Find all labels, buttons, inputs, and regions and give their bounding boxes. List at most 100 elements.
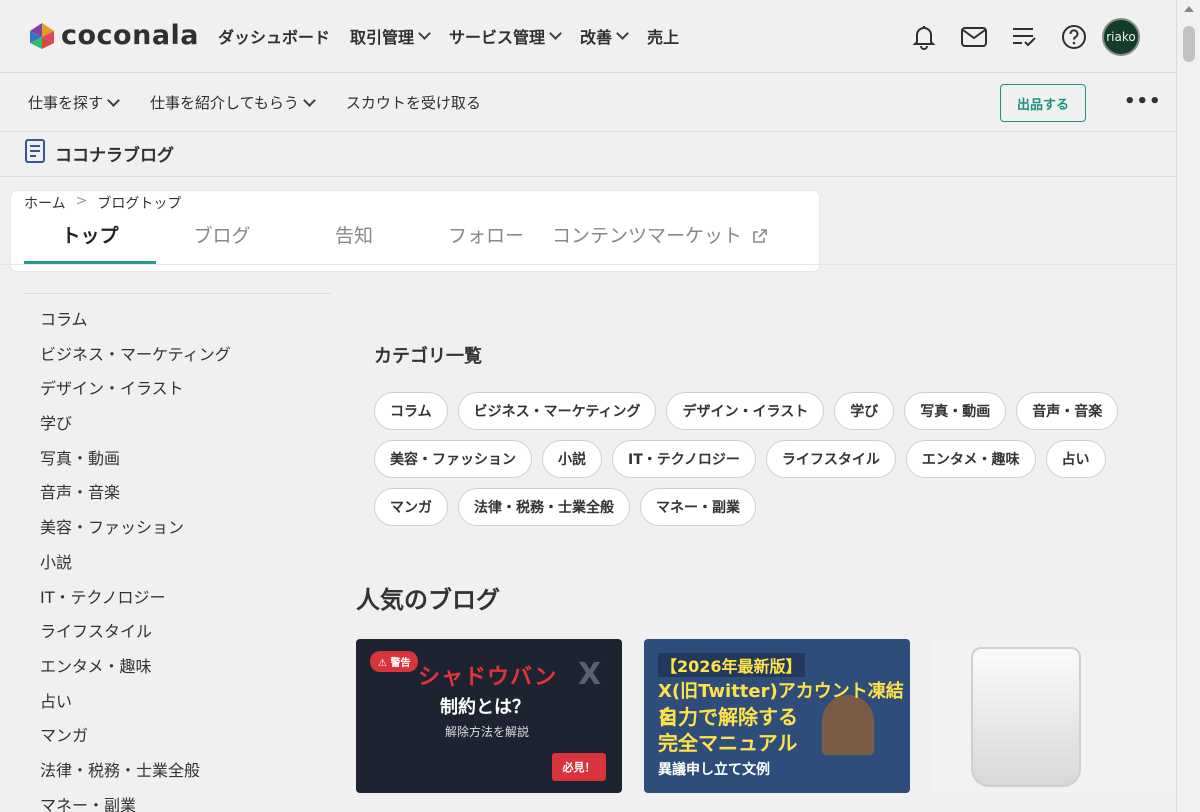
blog-card-shadowban[interactable]: ⚠ 警告 X シャドウバン 制約とは？ 解除方法を解説 必見！ xyxy=(356,639,622,793)
sidebar-item-beauty-fashion[interactable]: 美容・ファッション xyxy=(40,517,231,552)
card-headline: 【2026年最新版】 xyxy=(658,653,805,677)
nav-improvement-label: 改善 xyxy=(580,28,613,47)
category-list-title: カテゴリ一覧 xyxy=(374,346,482,367)
breadcrumb: ホーム > ブログトップ xyxy=(24,193,181,213)
coconala-logo-mark-icon xyxy=(30,22,54,49)
coconala-logo[interactable]: coconala xyxy=(28,20,199,51)
scrollbar-thumb[interactable] xyxy=(1183,26,1195,62)
messages-button[interactable] xyxy=(956,19,992,55)
chevron-down-icon xyxy=(549,27,562,40)
subnav-get-introduced-label: 仕事を紹介してもらう xyxy=(150,94,299,112)
tab-follow[interactable]: フォロー xyxy=(420,218,552,264)
category-chip[interactable]: 小説 xyxy=(542,440,602,478)
sidebar-item-design[interactable]: デザイン・イラスト xyxy=(40,378,231,413)
sidebar-divider xyxy=(24,293,331,294)
sidebar-item-column[interactable]: コラム xyxy=(40,309,231,344)
scroll-up-arrow-icon[interactable] xyxy=(1184,6,1194,12)
category-chip[interactable]: デザイン・イラスト xyxy=(666,392,825,430)
nav-dashboard-label: ダッシュボード xyxy=(218,28,331,47)
breadcrumb-home[interactable]: ホーム xyxy=(24,193,66,213)
category-chip[interactable]: 音声・音楽 xyxy=(1016,392,1119,430)
todo-button[interactable] xyxy=(1006,19,1042,55)
category-chip[interactable]: 法律・税務・士業全般 xyxy=(458,488,630,526)
chevron-down-icon xyxy=(107,93,120,107)
category-chip[interactable]: IT・テクノロジー xyxy=(612,440,756,478)
nav-transactions[interactable]: 取引管理 xyxy=(350,24,431,48)
sidebar-item-lifestyle[interactable]: ライフスタイル xyxy=(40,621,231,656)
category-chip[interactable]: ライフスタイル xyxy=(765,440,896,478)
blog-card-x-account[interactable]: 【2026年最新版】 X(旧Twitter)アカウント凍結を 自力で解除する 完… xyxy=(644,639,910,793)
sell-button[interactable]: 出品する xyxy=(1000,84,1086,122)
more-menu-icon[interactable]: ••• xyxy=(1124,91,1162,112)
tab-content-market-label: コンテンツマーケット xyxy=(552,225,743,247)
card-caption: 解除方法を解説 xyxy=(445,725,530,739)
subnav-receive-scout-label: スカウトを受け取る xyxy=(345,94,481,112)
tab-content-market[interactable]: コンテンツマーケット xyxy=(552,218,772,264)
sidebar-item-business[interactable]: ビジネス・マーケティング xyxy=(40,344,231,379)
notifications-button[interactable] xyxy=(906,19,942,55)
tabs-divider xyxy=(0,264,1176,265)
sidebar-item-novel[interactable]: 小説 xyxy=(40,552,231,587)
nav-service-management-label: サービス管理 xyxy=(449,28,546,47)
category-chip[interactable]: マネー・副業 xyxy=(640,488,756,526)
main-nav: ダッシュボード 取引管理 サービス管理 改善 売上 xyxy=(218,24,679,48)
document-icon xyxy=(25,139,45,163)
card-caption: 異議申し立て文例 xyxy=(658,762,770,778)
card-line: 自力で解除する xyxy=(658,705,798,729)
external-link-icon xyxy=(753,229,767,243)
nav-sales[interactable]: 売上 xyxy=(647,24,679,48)
popular-blogs-title: 人気のブログ xyxy=(356,586,500,614)
warning-badge-label: 警告 xyxy=(390,658,411,669)
tab-blog-label: ブログ xyxy=(193,225,251,247)
vertical-scrollbar[interactable] xyxy=(1176,0,1200,812)
sub-nav: 仕事を探す 仕事を紹介してもらう スカウトを受け取る xyxy=(28,92,481,113)
card-subheadline: 制約とは？ xyxy=(440,697,530,718)
tab-top[interactable]: トップ xyxy=(24,218,156,264)
glass-image xyxy=(971,647,1081,787)
blog-header: ココナラブログ xyxy=(0,132,1176,177)
chevron-down-icon xyxy=(302,93,316,107)
sidebar-item-audio-music[interactable]: 音声・音楽 xyxy=(40,482,231,517)
category-chip[interactable]: マンガ xyxy=(374,488,448,526)
sidebar-item-legal[interactable]: 法律・税務・士業全般 xyxy=(40,760,231,795)
mail-icon xyxy=(961,27,987,47)
subnav-receive-scout[interactable]: スカウトを受け取る xyxy=(346,92,481,113)
breadcrumb-current: ブログトップ xyxy=(97,196,182,212)
card-cta: 必見！ xyxy=(552,753,606,781)
sidebar-item-photo-video[interactable]: 写真・動画 xyxy=(40,448,231,483)
chevron-down-icon xyxy=(616,27,629,40)
category-chip[interactable]: 美容・ファッション xyxy=(374,440,532,478)
blog-card-glass[interactable] xyxy=(931,639,1176,793)
help-button[interactable] xyxy=(1056,19,1092,55)
help-icon xyxy=(1062,25,1086,49)
category-chips: コラム ビジネス・マーケティング デザイン・イラスト 学び 写真・動画 音声・音… xyxy=(374,392,1164,526)
category-chip[interactable]: 占い xyxy=(1045,440,1106,478)
category-chip[interactable]: 写真・動画 xyxy=(904,392,1007,430)
subnav-get-introduced[interactable]: 仕事を紹介してもらう xyxy=(150,92,316,113)
sidebar-item-manga[interactable]: マンガ xyxy=(40,725,231,760)
nav-sales-label: 売上 xyxy=(647,28,680,47)
category-chip[interactable]: ビジネス・マーケティング xyxy=(457,392,657,430)
avatar[interactable]: riako xyxy=(1102,18,1140,56)
tab-announcements[interactable]: 告知 xyxy=(288,218,420,264)
nav-dashboard[interactable]: ダッシュボード xyxy=(218,24,330,48)
sidebar-item-learning[interactable]: 学び xyxy=(40,413,231,448)
category-chip[interactable]: エンタメ・趣味 xyxy=(905,440,1036,478)
nav-service-management[interactable]: サービス管理 xyxy=(449,24,562,48)
tab-announcements-label: 告知 xyxy=(334,225,373,247)
sidebar-item-money[interactable]: マネー・副業 xyxy=(40,795,231,812)
logo-text: coconala xyxy=(61,20,200,51)
tab-follow-label: フォロー xyxy=(447,225,524,247)
sidebar-item-fortune[interactable]: 占い xyxy=(40,691,231,726)
subnav-find-work-label: 仕事を探す xyxy=(28,94,104,112)
tab-blog[interactable]: ブログ xyxy=(156,218,288,264)
sidebar-item-entertainment[interactable]: エンタメ・趣味 xyxy=(40,656,231,691)
checklist-icon xyxy=(1013,28,1036,47)
page: coconala ダッシュボード 取引管理 サービス管理 改善 売上 riako xyxy=(0,0,1176,812)
blog-title[interactable]: ココナラブログ xyxy=(55,141,174,166)
category-chip[interactable]: コラム xyxy=(374,392,448,430)
category-chip[interactable]: 学び xyxy=(834,392,895,430)
sidebar-item-it-tech[interactable]: IT・テクノロジー xyxy=(40,587,231,622)
nav-improvement[interactable]: 改善 xyxy=(580,24,629,48)
subnav-find-work[interactable]: 仕事を探す xyxy=(28,92,120,113)
